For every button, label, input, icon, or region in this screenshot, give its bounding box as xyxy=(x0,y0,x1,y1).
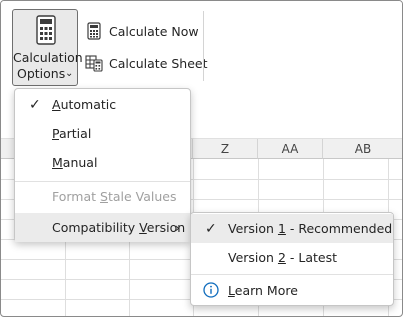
calculate-sheet-label: Calculate Sheet xyxy=(109,55,208,71)
excel-window-crop: Calculation Options ⌄ Calculate Now Calc… xyxy=(0,0,403,317)
menu-item-format-stale-values: Format Stale Values xyxy=(52,189,177,204)
calculate-sheet-button[interactable]: Calculate Sheet xyxy=(85,51,208,75)
ribbon-group-divider xyxy=(203,11,204,81)
chevron-down-icon: ⌄ xyxy=(65,68,74,79)
calculate-now-button[interactable]: Calculate Now xyxy=(85,19,199,43)
info-icon xyxy=(203,282,219,298)
column-header-z[interactable]: Z xyxy=(193,139,258,159)
calculation-options-menu: ✓ Automatic Partial Manual Format Stale … xyxy=(14,88,191,242)
column-header-ab[interactable]: AB xyxy=(323,139,402,159)
submenu-item-version-1[interactable]: ✓ Version 1 - Recommended xyxy=(191,214,393,243)
submenu-item-learn-more[interactable]: Learn More xyxy=(191,276,393,305)
calculation-options-button[interactable]: Calculation Options ⌄ xyxy=(12,9,83,86)
menu-item-manual[interactable]: Manual xyxy=(15,148,190,177)
calculation-options-label-line1: Calculation xyxy=(13,50,83,65)
ribbon-formulas-calculation-group: Calculation Options ⌄ Calculate Now Calc… xyxy=(1,1,402,93)
sheet-calculator-icon xyxy=(85,55,103,72)
menu-item-compatibility-version[interactable]: Compatibility Version › xyxy=(15,213,190,242)
menu-item-automatic[interactable]: ✓ Automatic xyxy=(15,90,190,119)
calculator-icon xyxy=(36,15,56,45)
column-header-aa[interactable]: AA xyxy=(258,139,323,159)
checkmark-icon: ✓ xyxy=(29,96,41,113)
submenu-item-version-2[interactable]: Version 2 - Latest xyxy=(191,243,393,272)
menu-item-partial[interactable]: Partial xyxy=(15,119,190,148)
calculate-now-label: Calculate Now xyxy=(109,23,199,39)
chevron-right-icon: › xyxy=(175,220,180,235)
menu-divider xyxy=(191,274,393,275)
calculator-small-icon xyxy=(87,22,101,40)
compatibility-version-submenu: ✓ Version 1 - Recommended Version 2 - La… xyxy=(190,212,394,306)
calculation-options-label-line2: Options xyxy=(17,66,66,81)
checkmark-icon: ✓ xyxy=(205,220,217,237)
